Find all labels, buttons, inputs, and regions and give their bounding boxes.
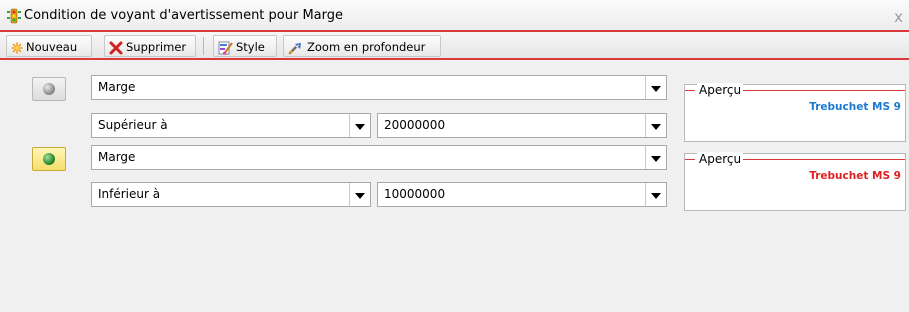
preview-legend: Aperçu: [697, 152, 744, 166]
operator-select-value: Supérieur à: [98, 118, 168, 132]
sparkle-icon: [11, 41, 23, 54]
chevron-down-icon[interactable]: [645, 114, 666, 137]
value-select[interactable]: 10000000: [377, 182, 667, 207]
field-select[interactable]: Marge: [91, 75, 667, 100]
preview-box: Aperçu Trebuchet MS 9: [684, 83, 906, 142]
drill-down-button-label: Zoom en profondeur: [307, 40, 426, 54]
toolbar-separator: [203, 37, 204, 55]
chevron-down-icon[interactable]: [349, 183, 370, 206]
operator-select[interactable]: Supérieur à: [91, 113, 371, 138]
toolbar: Nouveau Supprimer Style Zoom en profonde…: [0, 32, 909, 60]
operator-select[interactable]: Inférieur à: [91, 182, 371, 207]
drill-icon: [288, 42, 301, 54]
value-select-value: 10000000: [384, 187, 446, 201]
grey-light-icon: [43, 83, 55, 95]
chevron-down-icon[interactable]: [645, 183, 666, 206]
paint-palette-icon: [218, 41, 233, 55]
value-select-value: 20000000: [384, 118, 446, 132]
indicator-button[interactable]: [32, 77, 66, 101]
indicator-button[interactable]: [32, 147, 66, 171]
field-select-value: Marge: [98, 80, 136, 94]
preview-sample-text: Trebuchet MS 9: [809, 101, 901, 113]
style-button[interactable]: Style: [213, 35, 277, 57]
green-light-icon: [43, 153, 55, 165]
traffic-light-icon: [7, 8, 21, 24]
new-button-label: Nouveau: [26, 40, 78, 54]
field-select[interactable]: Marge: [91, 145, 667, 170]
delete-button[interactable]: Supprimer: [104, 35, 196, 57]
value-select[interactable]: 20000000: [377, 113, 667, 138]
preview-box: Aperçu Trebuchet MS 9: [684, 152, 906, 211]
drill-down-button[interactable]: Zoom en profondeur: [283, 35, 441, 57]
close-icon[interactable]: x: [894, 8, 903, 26]
preview-border-line: [743, 90, 905, 91]
new-button[interactable]: Nouveau: [6, 35, 92, 57]
chevron-down-icon[interactable]: [645, 146, 666, 169]
title-bar: Condition de voyant d'avertissement pour…: [0, 0, 909, 32]
window-title: Condition de voyant d'avertissement pour…: [24, 8, 344, 23]
preview-border-line: [743, 159, 905, 160]
chevron-down-icon[interactable]: [645, 76, 666, 99]
preview-sample-text: Trebuchet MS 9: [809, 170, 901, 182]
field-select-value: Marge: [98, 150, 136, 164]
preview-border-line: [685, 90, 695, 91]
preview-legend: Aperçu: [697, 83, 744, 97]
preview-border-line: [685, 159, 695, 160]
style-button-label: Style: [236, 40, 265, 54]
delete-button-label: Supprimer: [126, 40, 187, 54]
red-x-icon: [109, 41, 123, 54]
operator-select-value: Inférieur à: [98, 187, 161, 201]
chevron-down-icon[interactable]: [349, 114, 370, 137]
